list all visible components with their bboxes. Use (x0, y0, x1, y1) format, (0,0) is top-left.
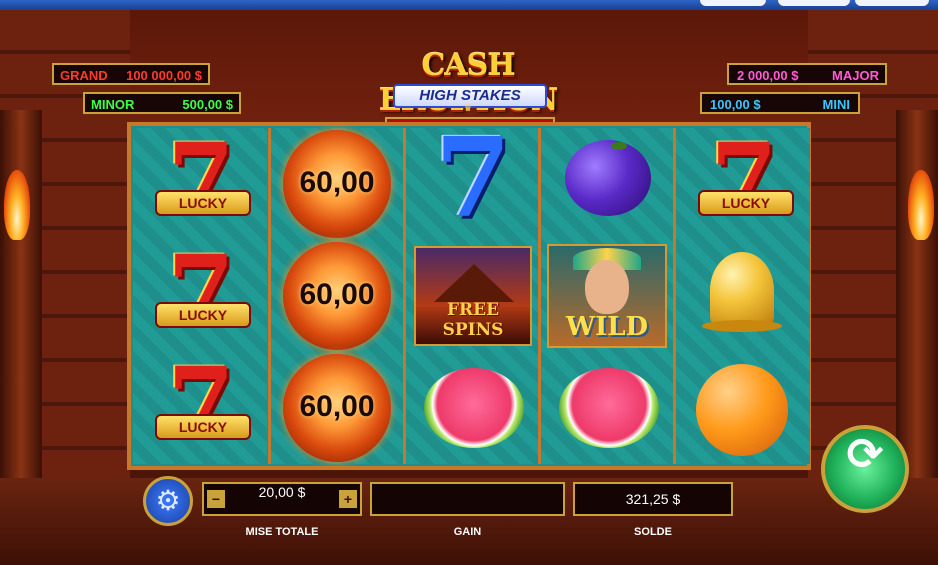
red-seven-lucky-symbol: 7 LUCKY (133, 128, 267, 240)
bet-increase-button[interactable]: + (339, 490, 357, 508)
reel-5: 7 LUCKY (673, 128, 810, 464)
refresh-arrow-icon: ⟳ (846, 429, 884, 480)
fireball-value: 60,00 (299, 166, 375, 199)
torch-flame-right (908, 170, 934, 240)
wild-symbol: WILD (541, 240, 675, 352)
watermelon-icon (559, 368, 659, 448)
free-spins-text-2: SPINS (442, 320, 504, 340)
fireball-symbol: 60,00 (271, 240, 405, 352)
spin-button[interactable]: ⟳ (821, 425, 909, 513)
fireball-icon: 60,00 (283, 354, 391, 462)
fireball-symbol: 60,00 (271, 128, 405, 240)
bell-symbol (676, 240, 810, 352)
settings-button[interactable]: ⚙ (143, 476, 193, 526)
top-bar (0, 0, 938, 10)
free-spins-text-1: FREE (446, 300, 500, 320)
jackpot-grand: GRAND 100 000,00 $ (52, 63, 210, 85)
jackpot-grand-value: 100 000,00 $ (126, 68, 202, 83)
aztec-warrior-icon: WILD (547, 244, 667, 348)
blue-seven-icon: 7 (434, 113, 512, 242)
win-panel (370, 482, 565, 516)
lucky-banner: LUCKY (155, 414, 251, 440)
lucky-banner: LUCKY (155, 190, 251, 216)
pillar-left (0, 110, 42, 500)
bet-value: 20,00 $ (258, 484, 306, 500)
reel-3: 7 FREE SPINS (403, 113, 540, 464)
jackpot-mini-label: MINI (822, 97, 850, 112)
reel-4: WILD (538, 128, 675, 464)
top-menu-button-3[interactable] (855, 0, 929, 6)
wild-text: WILD (565, 312, 649, 342)
bet-decrease-button[interactable]: − (207, 490, 225, 508)
volcano-icon: FREE SPINS (414, 246, 532, 346)
jackpot-minor: MINOR 500,00 $ (83, 92, 241, 114)
reel-area: 7 LUCKY 7 LUCKY 7 LUCKY 60,00 60,00 60,0… (127, 122, 811, 470)
red-seven-lucky-symbol: 7 LUCKY (133, 352, 267, 464)
jackpot-major-label: MAJOR (832, 68, 879, 83)
gear-icon: ⚙ (155, 484, 181, 517)
plum-icon (565, 140, 651, 216)
top-menu-button-1[interactable] (700, 0, 766, 6)
jackpot-minor-value: 500,00 $ (182, 97, 233, 112)
jackpot-major: 2 000,00 $ MAJOR (727, 63, 887, 85)
jackpot-major-value: 2 000,00 $ (737, 68, 799, 83)
jackpot-minor-label: MINOR (91, 97, 135, 112)
torch-flame-left (4, 170, 30, 240)
orange-symbol (676, 352, 810, 464)
win-label: GAIN (453, 526, 482, 538)
fireball-value: 60,00 (299, 390, 375, 423)
bell-icon (710, 252, 774, 328)
blue-seven-symbol: 7 (406, 113, 540, 242)
reel-2: 60,00 60,00 60,00 (268, 128, 405, 464)
red-seven-lucky-symbol: 7 LUCKY (133, 240, 267, 352)
fireball-icon: 60,00 (283, 242, 391, 350)
jackpot-mini-value: 100,00 $ (710, 97, 761, 112)
watermelon-symbol (406, 352, 540, 464)
plum-symbol (541, 128, 675, 240)
jackpot-grand-label: GRAND (60, 68, 108, 83)
fireball-icon: 60,00 (283, 130, 391, 238)
watermelon-icon (424, 368, 524, 448)
lucky-banner: LUCKY (698, 190, 794, 216)
fireball-value: 60,00 (299, 278, 375, 311)
free-spins-symbol: FREE SPINS (406, 240, 540, 352)
lucky-banner: LUCKY (155, 302, 251, 328)
bet-label: MISE TOTALE (245, 526, 319, 538)
jackpot-mini: 100,00 $ MINI (700, 92, 860, 114)
fireball-symbol: 60,00 (271, 352, 405, 464)
orange-icon (696, 364, 788, 456)
balance-label: SOLDE (634, 526, 672, 538)
watermelon-symbol (541, 352, 675, 464)
reel-1: 7 LUCKY 7 LUCKY 7 LUCKY (133, 128, 267, 464)
top-menu-button-2[interactable] (778, 0, 850, 6)
balance-value: 321,25 $ (573, 482, 733, 516)
bet-panel: − 20,00 $ + (202, 482, 362, 516)
red-seven-lucky-symbol: 7 LUCKY (676, 128, 810, 240)
